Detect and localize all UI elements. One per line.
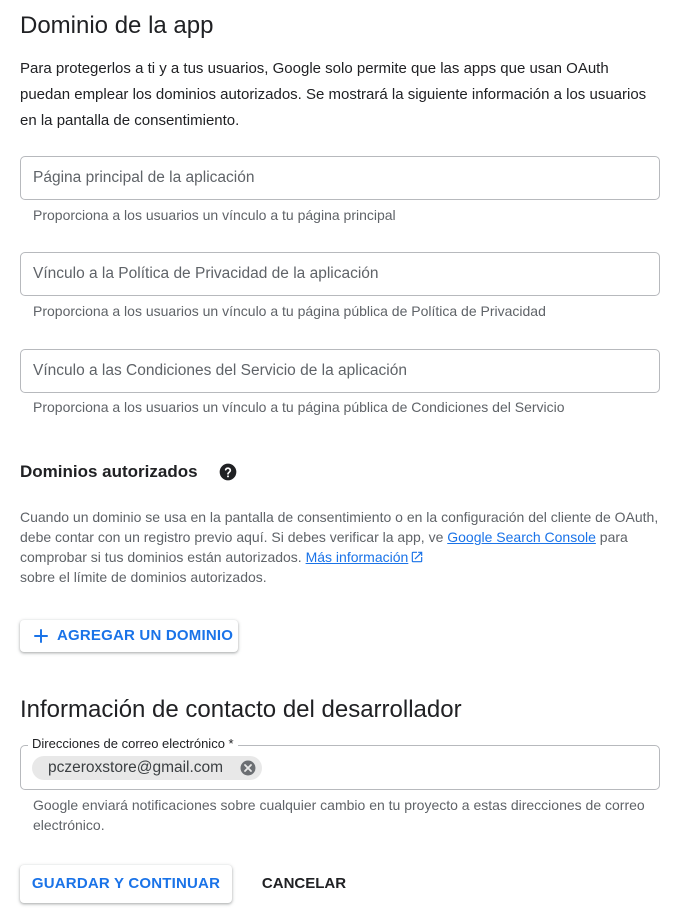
developer-contact-title: Información de contacto del desarrollado… (20, 696, 462, 723)
cancel-label: CANCELAR (261, 875, 347, 892)
homepage-url-hint: Proporciona a los usuarios un vínculo a … (33, 207, 396, 223)
authorized-domains-desc-end: sobre el límite de dominios autorizados. (20, 569, 267, 585)
save-and-continue-label: GUARDAR Y CONTINUAR (31, 875, 221, 892)
app-domain-intro: Para protegerlos a ti y a tus usuarios, … (20, 60, 647, 129)
terms-of-service-url-placeholder: Vínculo a las Condiciones del Servicio d… (33, 362, 407, 379)
terms-of-service-url-hint: Proporciona a los usuarios un vínculo a … (33, 399, 565, 415)
save-and-continue-button[interactable]: GUARDAR Y CONTINUAR (20, 865, 232, 903)
privacy-policy-url-placeholder: Vínculo a la Política de Privacidad de l… (33, 265, 379, 282)
homepage-url-input[interactable]: Página principal de la aplicación (20, 156, 660, 200)
app-domain-title: Dominio de la app (20, 12, 214, 39)
email-chip-text: pczeroxstore@gmail.com (48, 759, 224, 776)
authorized-domains-description: Cuando un dominio se usa en la pantalla … (20, 507, 665, 587)
help-circle-icon[interactable] (218, 462, 238, 482)
email-chip: pczeroxstore@gmail.com (32, 756, 262, 780)
cancel-button[interactable]: CANCELAR (247, 865, 361, 903)
terms-of-service-url-input[interactable]: Vínculo a las Condiciones del Servicio d… (20, 349, 660, 393)
privacy-policy-url-hint: Proporciona a los usuarios un vínculo a … (33, 303, 546, 319)
open-in-new-icon[interactable] (410, 550, 424, 564)
cancel-circle-icon[interactable] (239, 759, 257, 777)
privacy-policy-url-input[interactable]: Vínculo a la Política de Privacidad de l… (20, 252, 660, 296)
developer-email-label: Direcciones de correo electrónico * (28, 736, 238, 751)
add-domain-label: AGREGAR UN DOMINIO (57, 627, 234, 644)
google-search-console-link[interactable]: Google Search Console (447, 529, 596, 545)
plus-icon (34, 629, 48, 643)
more-info-link[interactable]: Más información (306, 549, 409, 565)
homepage-url-placeholder: Página principal de la aplicación (33, 169, 255, 186)
developer-email-hint: Google enviará notificaciones sobre cual… (33, 797, 645, 833)
add-domain-button[interactable]: AGREGAR UN DOMINIO (20, 620, 238, 652)
authorized-domains-title: Dominios autorizados (20, 462, 198, 481)
